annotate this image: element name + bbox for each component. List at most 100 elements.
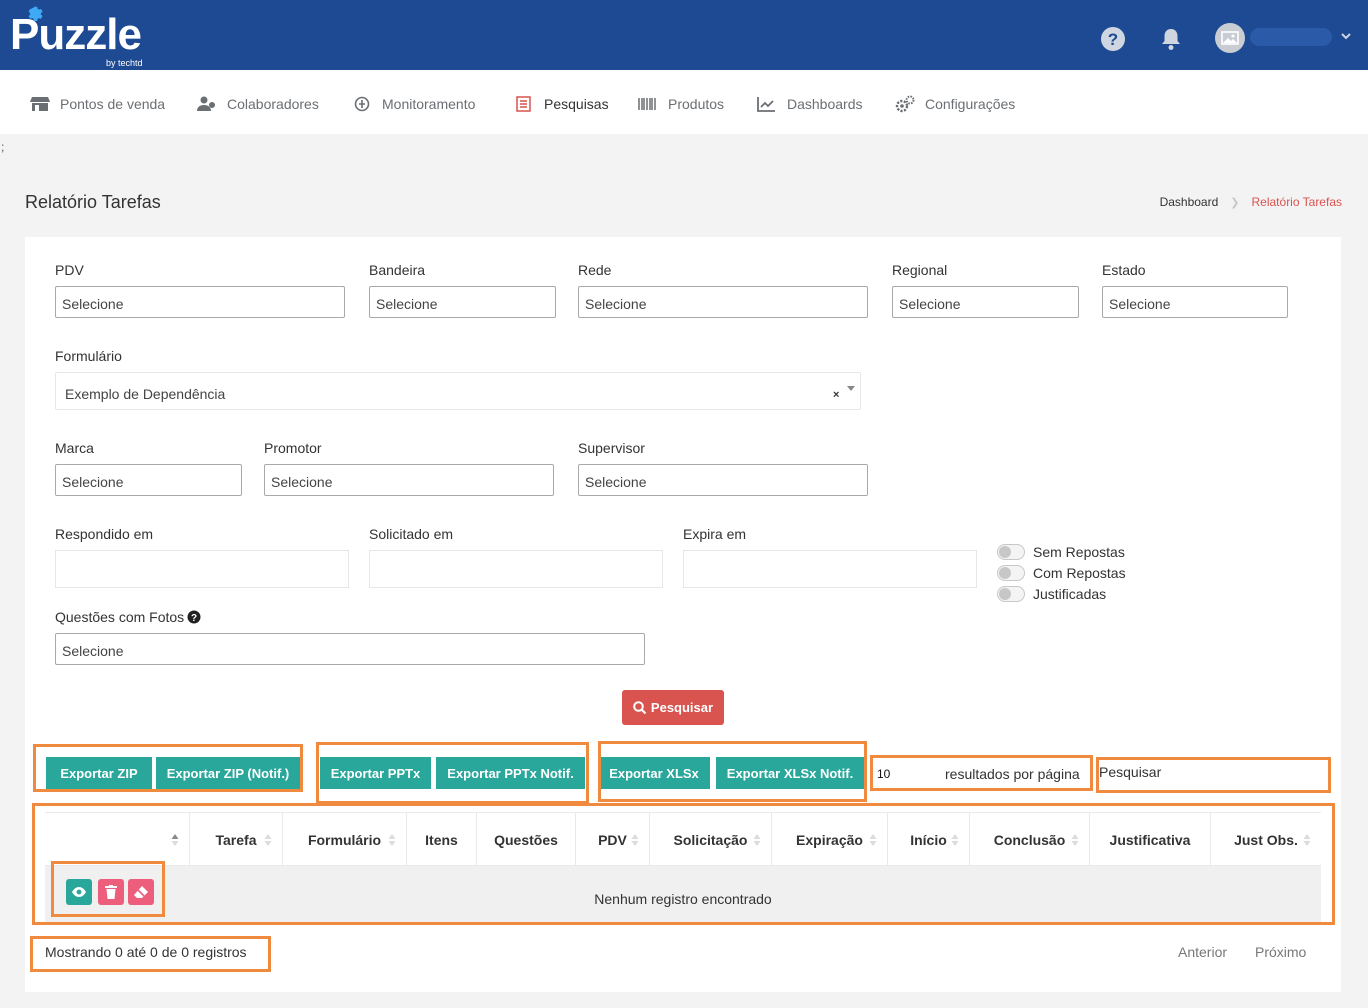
per-page-label: resultados por página [945,766,1080,782]
rede-select[interactable]: Selecione [578,286,868,318]
puzzle-logo[interactable]: Puzzle by techtd [10,4,160,68]
export-xlsx-button[interactable]: Exportar XLSx [598,757,710,789]
toggle-sem-repostas[interactable]: Sem Repostas [997,544,1125,560]
sort-icon [264,834,272,846]
toggle-label: Com Repostas [1033,565,1126,581]
next-page-button[interactable]: Próximo [1255,944,1306,960]
help-icon[interactable]: ? [1100,26,1126,52]
username[interactable] [1250,28,1332,46]
search-button[interactable]: Pesquisar [622,690,724,725]
previous-page-button[interactable]: Anterior [1178,944,1227,960]
table-row: Nenhum registro encontrado [45,866,1321,922]
column-inicio[interactable]: Início [887,813,969,867]
nav-label: Pontos de venda [60,96,166,112]
export-zip-button[interactable]: Exportar ZIP [46,757,152,789]
column-solicitacao[interactable]: Solicitação [649,813,771,867]
column-tarefa[interactable]: Tarefa [189,813,282,867]
bell-icon[interactable] [1158,26,1184,52]
nav-label: Configurações [925,96,1016,112]
logo-byline: by techtd [106,58,143,68]
nav-monitoramento[interactable]: Monitoramento [354,94,475,114]
toggle-switch[interactable] [997,565,1025,581]
toggle-com-repostas[interactable]: Com Repostas [997,565,1126,581]
main-nav: Pontos de venda Colaboradores Monitorame… [0,70,1368,134]
column-questoes[interactable]: Questões [476,813,575,867]
questoes-fotos-label: Questões com Fotos? [55,609,201,625]
records-info: Mostrando 0 até 0 de 0 registros [45,944,247,960]
column-justificativa[interactable]: Justificativa [1089,813,1210,867]
nav-label: Produtos [668,96,725,112]
column-conclusao[interactable]: Conclusão [969,813,1089,867]
nav-configuracoes[interactable]: Configurações [895,94,1015,114]
stray-text: ; [1,140,5,154]
search-icon [633,700,647,714]
promotor-select[interactable]: Selecione [264,464,554,496]
report-card: PDV Selecione Bandeira Selecione Rede Se… [25,237,1341,992]
marca-label: Marca [55,440,94,456]
export-pptx-notif-button[interactable]: Exportar PPTx Notif. [436,757,585,789]
breadcrumb: Dashboard ❯ Relatório Tarefas [1160,195,1342,209]
sort-icon [388,834,396,846]
sort-icon [1303,834,1311,846]
toggle-label: Sem Repostas [1033,544,1125,560]
marca-select[interactable]: Selecione [55,464,242,496]
bandeira-label: Bandeira [369,262,426,278]
nav-pesquisas[interactable]: Pesquisas [516,94,609,114]
nav-produtos[interactable]: Produtos [638,94,724,114]
estado-select[interactable]: Selecione [1102,286,1288,318]
nav-colaboradores[interactable]: Colaboradores [197,94,319,114]
clear-icon[interactable]: × [833,389,839,401]
pdv-select[interactable]: Selecione [55,286,345,318]
toggle-justificadas[interactable]: Justificadas [997,586,1106,602]
results-table: Tarefa Formulário Itens Questões PDV Sol… [45,812,1321,922]
column-itens[interactable]: Itens [406,813,476,867]
nav-dashboards[interactable]: Dashboards [757,94,863,114]
column-formulario[interactable]: Formulário [282,813,406,867]
export-pptx-button[interactable]: Exportar PPTx [320,757,431,789]
toggle-switch[interactable] [997,544,1025,560]
table-search-input[interactable]: Pesquisar [1099,764,1161,780]
svg-text:?: ? [1108,30,1118,49]
export-xlsx-notif-button[interactable]: Exportar XLSx Notif. [716,757,864,789]
export-zip-notif-button[interactable]: Exportar ZIP (Notif.) [156,757,300,789]
empty-message: Nenhum registro encontrado [594,891,772,907]
barcode-icon [638,98,656,110]
nav-label: Dashboards [787,96,863,112]
questoes-fotos-select[interactable]: Selecione [55,633,645,665]
formulario-select[interactable]: Exemplo de Dependência [55,372,861,410]
avatar[interactable] [1215,23,1245,53]
supervisor-label: Supervisor [578,440,645,456]
question-circle-icon[interactable]: ? [187,610,201,624]
table-header: Tarefa Formulário Itens Questões PDV Sol… [45,812,1321,867]
nav-pontos-de-venda[interactable]: Pontos de venda [30,94,165,114]
sort-icon [951,834,959,846]
store-icon [30,97,50,111]
toggle-switch[interactable] [997,586,1025,602]
sort-icon [869,834,877,846]
column-expiracao[interactable]: Expiração [771,813,887,867]
expira-em-input[interactable] [683,550,977,588]
respondido-em-input[interactable] [55,550,349,588]
solicitado-em-input[interactable] [369,550,663,588]
bandeira-select[interactable]: Selecione [369,286,556,318]
chevron-down-icon[interactable] [847,386,855,391]
column-just-obs[interactable]: Just Obs. [1210,813,1321,867]
respondido-em-label: Respondido em [55,526,154,542]
column-actions[interactable] [45,813,189,867]
column-pdv[interactable]: PDV [575,813,649,867]
line-chart-icon [757,97,775,112]
per-page-select[interactable]: 10 [877,767,937,781]
formulario-label: Formulário [55,348,122,364]
supervisor-select[interactable]: Selecione [578,464,868,496]
toggle-label: Justificadas [1033,586,1107,602]
logo-text: Puzzle [10,10,142,59]
breadcrumb-home[interactable]: Dashboard [1160,195,1219,209]
sort-icon [631,834,639,846]
regional-label: Regional [892,262,948,278]
search-button-label: Pesquisar [650,700,714,715]
promotor-label: Promotor [264,440,322,456]
regional-select[interactable]: Selecione [892,286,1079,318]
chevron-down-icon[interactable] [1340,30,1352,42]
users-icon [197,96,215,111]
image-placeholder-icon [1221,31,1239,45]
